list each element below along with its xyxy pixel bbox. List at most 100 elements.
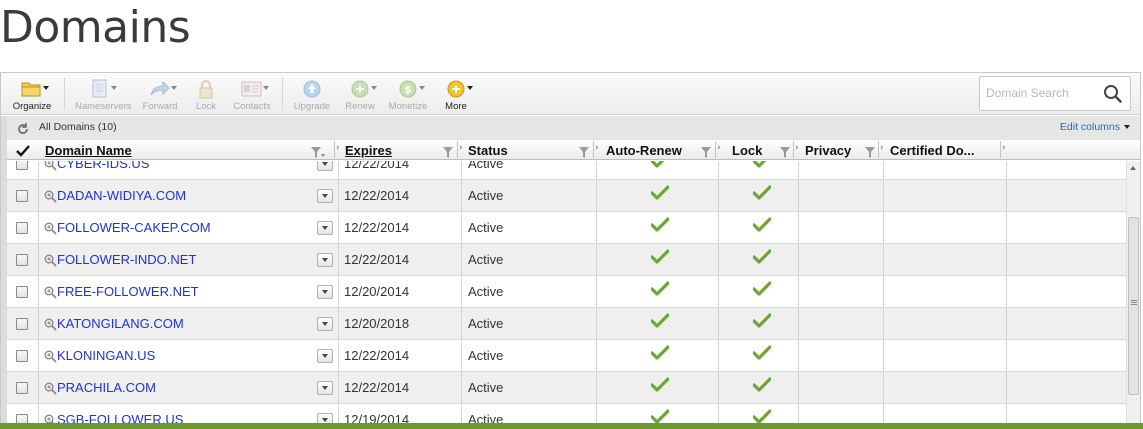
- row-checkbox[interactable]: [16, 286, 28, 298]
- domain-search-box: [979, 76, 1131, 111]
- filter-icon[interactable]: [443, 144, 455, 158]
- edit-columns-label: Edit columns: [1059, 121, 1120, 133]
- status-value: Active: [468, 188, 504, 203]
- domain-link[interactable]: KLONINGAN.US: [57, 348, 155, 363]
- privacy-cell: [799, 308, 884, 340]
- row-menu-dropdown[interactable]: [317, 317, 333, 331]
- column-domain-name[interactable]: Domain Name: [45, 140, 132, 160]
- lock-button[interactable]: Lock: [181, 77, 231, 113]
- status-cell: Active: [462, 276, 597, 308]
- organize-button[interactable]: Organize: [7, 77, 57, 113]
- row-menu-dropdown[interactable]: [317, 285, 333, 299]
- table-row[interactable]: FOLLOWER-INDO.NET 12/22/2014 Active: [7, 244, 1126, 276]
- row-menu-dropdown[interactable]: [317, 189, 333, 203]
- row-checkbox[interactable]: [16, 161, 28, 170]
- zoom-icon[interactable]: [44, 252, 57, 267]
- edit-columns-link[interactable]: Edit columns: [1060, 121, 1130, 133]
- checkmark-icon: [752, 249, 772, 265]
- privacy-cell: [799, 161, 884, 180]
- domain-link[interactable]: PRACHILA.COM: [57, 380, 156, 395]
- auto-renew-cell: [597, 161, 719, 180]
- column-status[interactable]: Status: [468, 140, 508, 160]
- domain-cell: KLONINGAN.US: [39, 340, 339, 372]
- table-row[interactable]: FOLLOWER-CAKEP.COM 12/22/2014 Active: [7, 212, 1126, 244]
- select-all-checkmark-icon[interactable]: [16, 143, 30, 162]
- lock-cell: [719, 340, 799, 372]
- monetize-label: Monetize: [388, 101, 428, 112]
- row-checkbox[interactable]: [16, 190, 28, 202]
- scrollbar-thumb[interactable]: [1128, 217, 1139, 395]
- auto-renew-header: Auto-Renew: [606, 143, 682, 158]
- zoom-icon[interactable]: [44, 220, 57, 235]
- table-row[interactable]: DADAN-WIDIYA.COM 12/22/2014 Active: [7, 180, 1126, 212]
- nameservers-button[interactable]: Nameservers: [75, 77, 132, 113]
- row-select-cell: [7, 180, 39, 212]
- zoom-icon[interactable]: [44, 161, 57, 171]
- row-menu-dropdown[interactable]: [317, 221, 333, 235]
- forward-arrow-icon: [148, 79, 177, 99]
- row-menu-dropdown[interactable]: [317, 161, 333, 171]
- checkmark-icon: [752, 161, 771, 169]
- domain-link[interactable]: FOLLOWER-INDO.NET: [57, 252, 196, 267]
- row-select-cell: [7, 276, 39, 308]
- more-button[interactable]: More: [431, 77, 481, 113]
- column-privacy[interactable]: Privacy: [805, 140, 851, 160]
- renew-button[interactable]: Renew: [335, 77, 385, 113]
- domain-link[interactable]: FOLLOWER-CAKEP.COM: [57, 220, 211, 235]
- zoom-icon[interactable]: [44, 284, 57, 299]
- column-lock[interactable]: Lock: [732, 140, 762, 160]
- table-row[interactable]: PRACHILA.COM 12/22/2014 Active: [7, 372, 1126, 404]
- row-checkbox[interactable]: [16, 350, 28, 362]
- status-cell: Active: [462, 340, 597, 372]
- filter-icon[interactable]: [579, 144, 591, 158]
- renew-icon: [348, 79, 377, 99]
- lock-cell: [719, 180, 799, 212]
- zoom-icon[interactable]: [44, 348, 57, 363]
- refresh-icon[interactable]: [16, 121, 30, 140]
- filter-icon[interactable]: [780, 144, 792, 158]
- status-header: Status: [468, 143, 508, 158]
- row-menu-dropdown[interactable]: [317, 349, 333, 363]
- table-row[interactable]: FREE-FOLLOWER.NET 12/20/2014 Active: [7, 276, 1126, 308]
- vertical-scrollbar[interactable]: [1126, 161, 1140, 428]
- column-certified-domain[interactable]: Certified Do...: [890, 140, 975, 160]
- expires-cell: 12/20/2018: [339, 308, 462, 340]
- table-row[interactable]: KATONGILANG.COM 12/20/2018 Active: [7, 308, 1126, 340]
- table-row[interactable]: KLONINGAN.US 12/22/2014 Active: [7, 340, 1126, 372]
- monetize-button[interactable]: $ Monetize: [383, 77, 433, 113]
- filter-icon[interactable]: [701, 144, 713, 158]
- row-select-cell: [7, 212, 39, 244]
- column-auto-renew[interactable]: Auto-Renew: [606, 140, 682, 160]
- domain-cell: PRACHILA.COM: [39, 372, 339, 404]
- table-row[interactable]: CYBER-IDS.US 12/22/2014 Active: [7, 161, 1126, 180]
- contacts-button[interactable]: Contacts: [227, 77, 277, 113]
- upgrade-button[interactable]: Upgrade: [287, 77, 337, 113]
- zoom-icon[interactable]: [44, 380, 57, 395]
- row-checkbox[interactable]: [16, 254, 28, 266]
- forward-button[interactable]: Forward: [135, 77, 185, 113]
- zoom-icon[interactable]: [44, 188, 57, 203]
- domain-search-input[interactable]: [986, 86, 1094, 100]
- zoom-icon[interactable]: [44, 316, 57, 331]
- expires-value: 12/22/2014: [344, 161, 410, 171]
- column-expires[interactable]: Expires: [345, 140, 392, 160]
- scroll-up-icon[interactable]: [1130, 166, 1136, 170]
- row-menu-dropdown[interactable]: [317, 381, 333, 395]
- domain-link[interactable]: KATONGILANG.COM: [57, 316, 184, 331]
- checkmark-icon: [752, 377, 772, 393]
- expires-value: 12/22/2014: [344, 220, 410, 235]
- forward-label: Forward: [142, 101, 178, 112]
- expires-cell: 12/22/2014: [339, 372, 462, 404]
- all-domains-count: All Domains (10): [39, 121, 117, 133]
- filter-icon[interactable]: [865, 144, 877, 158]
- row-checkbox[interactable]: [16, 222, 28, 234]
- row-checkbox[interactable]: [16, 382, 28, 394]
- filter-icon[interactable]: [311, 144, 325, 158]
- domain-link[interactable]: DADAN-WIDIYA.COM: [57, 188, 186, 203]
- domain-link[interactable]: CYBER-IDS.US: [57, 161, 149, 171]
- certified-cell: [884, 244, 1007, 276]
- domain-link[interactable]: FREE-FOLLOWER.NET: [57, 284, 199, 299]
- search-icon[interactable]: [1102, 83, 1124, 105]
- row-checkbox[interactable]: [16, 318, 28, 330]
- row-menu-dropdown[interactable]: [317, 253, 333, 267]
